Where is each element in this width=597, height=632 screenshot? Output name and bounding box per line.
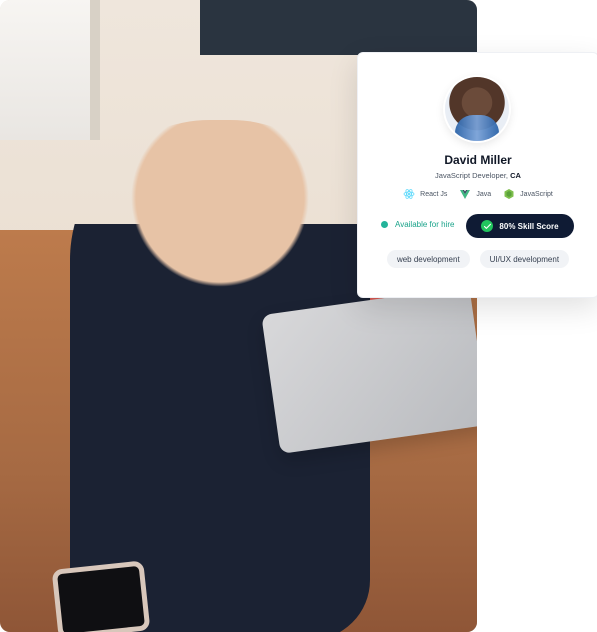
developer-location: CA <box>510 171 521 180</box>
skill-score-pill: 80% Skill Score <box>466 214 574 238</box>
skill-item-react: React Js <box>403 188 447 200</box>
skill-label: Java <box>476 190 492 198</box>
developer-role-prefix: JavaScript Developer, <box>435 171 511 180</box>
skill-item-javascript: JavaScript <box>503 188 553 200</box>
status-dot-icon <box>381 221 388 228</box>
skill-score-text: 80% Skill Score <box>499 221 559 231</box>
photo-window <box>0 0 100 140</box>
vue-icon <box>459 188 471 200</box>
skill-label: React Js <box>420 190 448 198</box>
nodejs-icon <box>503 188 515 200</box>
skill-label: JavaScript <box>520 190 553 198</box>
tag-uiux-development: UI/UX development <box>479 250 570 268</box>
tag-web-development: web development <box>386 250 470 268</box>
photo-door <box>200 0 477 55</box>
photo-laptop <box>261 286 477 454</box>
react-icon <box>403 188 415 200</box>
expertise-tags: web development UI/UX development <box>358 250 597 268</box>
checkmark-badge-icon <box>481 220 494 232</box>
skill-item-java: Java <box>459 188 491 200</box>
availability-status: Available for hire <box>381 220 454 229</box>
photo-phone <box>51 560 151 632</box>
developer-avatar <box>445 77 509 141</box>
skills-row: React Js Java JavaScript <box>358 188 597 200</box>
availability-text: Available for hire <box>395 220 455 229</box>
developer-name: David Miller <box>444 153 512 167</box>
developer-role: JavaScript Developer, CA <box>358 171 597 180</box>
developer-profile-card: David Miller JavaScript Developer, CA Re… <box>357 52 597 298</box>
